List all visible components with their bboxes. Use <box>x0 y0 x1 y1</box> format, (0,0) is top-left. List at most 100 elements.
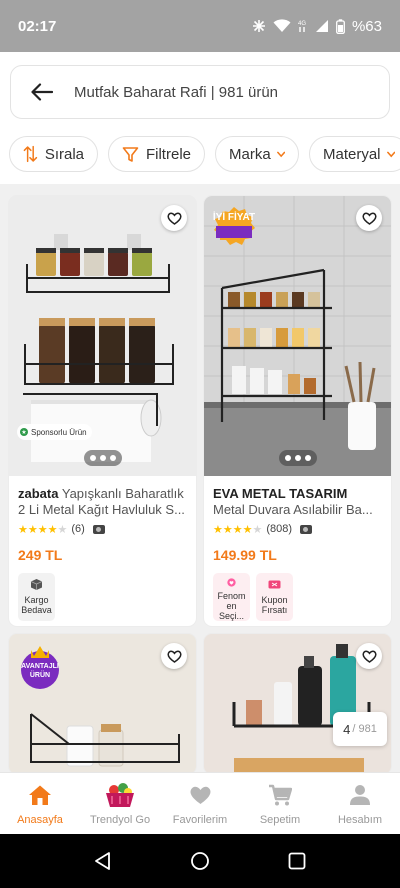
sort-button[interactable]: Sırala <box>9 136 98 172</box>
nav-label: Trendyol Go <box>89 814 151 826</box>
product-card[interactable]: AVANTAJLI ÜRÜN <box>9 634 196 774</box>
wifi-icon <box>273 19 291 32</box>
current-position: 4 <box>343 721 351 737</box>
system-back-icon[interactable] <box>93 851 113 871</box>
material-filter-label: Materyal <box>323 145 381 163</box>
signal-icon <box>315 20 328 32</box>
heart-outline-icon <box>166 650 182 663</box>
favorite-button[interactable] <box>161 643 187 669</box>
product-card[interactable]: ★ Sponsorlu Ürün zabata Yapışkanlı Bahar… <box>9 196 196 626</box>
status-time: 02:17 <box>18 17 57 35</box>
advantage-product-badge: AVANTAJLI ÜRÜN <box>17 644 63 695</box>
system-home-icon[interactable] <box>190 851 210 871</box>
lte-icon: 4G <box>298 21 306 32</box>
sponsored-badge: ★ Sponsorlu Ürün <box>17 424 92 440</box>
coupon-icon <box>268 580 281 589</box>
user-icon <box>349 782 371 808</box>
nav-cart[interactable]: Sepetim <box>240 773 320 834</box>
svg-text:4G: 4G <box>298 21 306 27</box>
total-results: / 981 <box>352 723 377 735</box>
product-title[interactable]: zabata Yapışkanlı Baharatlık 2 Li Metal … <box>18 486 187 518</box>
heart-badge-icon <box>227 578 236 587</box>
battery-level: %63 <box>351 17 382 35</box>
review-count: (808) <box>266 523 293 535</box>
heart-icon <box>189 782 212 808</box>
product-tags: Fenom en Seçi... Kupon Fırsatı <box>213 573 382 621</box>
product-brand: EVA METAL TASARIM <box>213 486 348 501</box>
product-name-line2: 2 Li Metal Kağıt Havluluk S... <box>18 502 185 517</box>
heart-outline-icon <box>166 212 182 225</box>
product-image[interactable]: ★ Sponsorlu Ürün <box>9 196 196 476</box>
brand-filter-button[interactable]: Marka <box>215 136 299 172</box>
tag-label: Kupon Fırsatı <box>261 595 288 615</box>
nav-label: Favorilerim <box>172 814 228 826</box>
product-image[interactable]: İYİ FİYAT <box>204 196 391 476</box>
tag-label: Kargo Bedava <box>21 595 52 615</box>
product-image[interactable] <box>204 634 391 774</box>
product-image[interactable]: AVANTAJLI ÜRÜN <box>9 634 196 774</box>
material-filter-button[interactable]: Materyal <box>309 136 400 172</box>
favorite-button[interactable] <box>356 205 382 231</box>
product-rating: ★★★★★ (6) <box>18 521 187 537</box>
chevron-down-icon <box>386 151 395 157</box>
photo-review-icon <box>92 524 105 534</box>
advantage-product-badge-label: AVANTAJLI ÜRÜN <box>21 663 59 679</box>
free-shipping-tag: Kargo Bedava <box>18 573 55 621</box>
product-name-line1: Yapışkanlı Baharatlık <box>61 486 184 501</box>
product-name: Metal Duvara Asılabilir Ba... <box>213 502 373 517</box>
nav-label: Hesabım <box>337 814 383 826</box>
photo-review-icon <box>300 524 313 534</box>
nav-account[interactable]: Hesabım <box>320 773 400 834</box>
nav-label: Sepetim <box>259 814 301 826</box>
search-header: Mutfak Baharat Rafi | 981 ürün Sırala Fi… <box>0 52 400 184</box>
image-carousel-dots[interactable] <box>83 450 122 466</box>
box-icon <box>30 579 43 590</box>
good-price-badge: İYİ FİYAT <box>212 206 256 251</box>
nav-trendyol-go[interactable]: Trendyol Go <box>80 773 160 834</box>
rating-stars: ★★★★★ <box>213 523 263 536</box>
search-query-title[interactable]: Mutfak Baharat Rafi | 981 ürün <box>74 84 278 101</box>
status-bar: 02:17 4G %63 <box>0 0 400 52</box>
status-icons: 4G %63 <box>252 18 382 35</box>
battery-icon <box>336 18 345 34</box>
home-icon <box>28 782 52 808</box>
review-count: (6) <box>71 523 85 535</box>
cart-icon <box>268 782 292 808</box>
system-recents-icon[interactable] <box>287 851 307 871</box>
favorite-button[interactable] <box>161 205 187 231</box>
influencer-pick-tag: Fenom en Seçi... <box>213 573 250 621</box>
good-price-badge-label: İYİ FİYAT <box>212 212 256 223</box>
product-card[interactable] <box>204 634 391 774</box>
rating-stars: ★★★★★ <box>18 523 68 536</box>
nav-favorites[interactable]: Favorilerim <box>160 773 240 834</box>
grocery-basket-icon <box>103 782 137 808</box>
back-arrow-icon[interactable] <box>29 79 55 105</box>
product-card[interactable]: İYİ FİYAT EVA METAL TASARIM Metal Duvara… <box>204 196 391 626</box>
nav-label: Anasayfa <box>17 814 63 826</box>
result-position-indicator: 4 / 981 <box>333 712 387 746</box>
product-price: 149.99 TL <box>213 547 277 563</box>
do-not-disturb-icon <box>252 20 265 32</box>
heart-outline-icon <box>361 212 377 225</box>
coupon-tag: Kupon Fırsatı <box>256 573 293 621</box>
product-tags: Kargo Bedava <box>18 573 187 621</box>
sponsored-star-icon: ★ <box>20 428 28 436</box>
bottom-navigation: Anasayfa Trendyol Go Favorilerim Sepetim… <box>0 772 400 834</box>
nav-home[interactable]: Anasayfa <box>0 773 80 834</box>
search-bar[interactable]: Mutfak Baharat Rafi | 981 ürün <box>10 65 390 119</box>
image-carousel-dots[interactable] <box>278 450 317 466</box>
filter-funnel-icon <box>122 146 139 162</box>
product-rating: ★★★★★ (808) <box>213 521 382 537</box>
sponsored-label: Sponsorlu Ürün <box>31 427 87 437</box>
heart-outline-icon <box>361 650 377 663</box>
system-navigation-bar <box>0 834 400 888</box>
sort-label: Sırala <box>44 145 84 163</box>
favorite-button[interactable] <box>356 643 382 669</box>
filter-bar: Sırala Filtrele Marka Materyal <box>9 136 400 172</box>
chevron-down-icon <box>276 151 285 157</box>
tag-label: Fenom en Seçi... <box>217 591 246 621</box>
product-title[interactable]: EVA METAL TASARIM Metal Duvara Asılabili… <box>213 486 382 518</box>
filter-button[interactable]: Filtrele <box>108 136 205 172</box>
brand-filter-label: Marka <box>229 145 271 163</box>
product-price: 249 TL <box>18 547 63 563</box>
